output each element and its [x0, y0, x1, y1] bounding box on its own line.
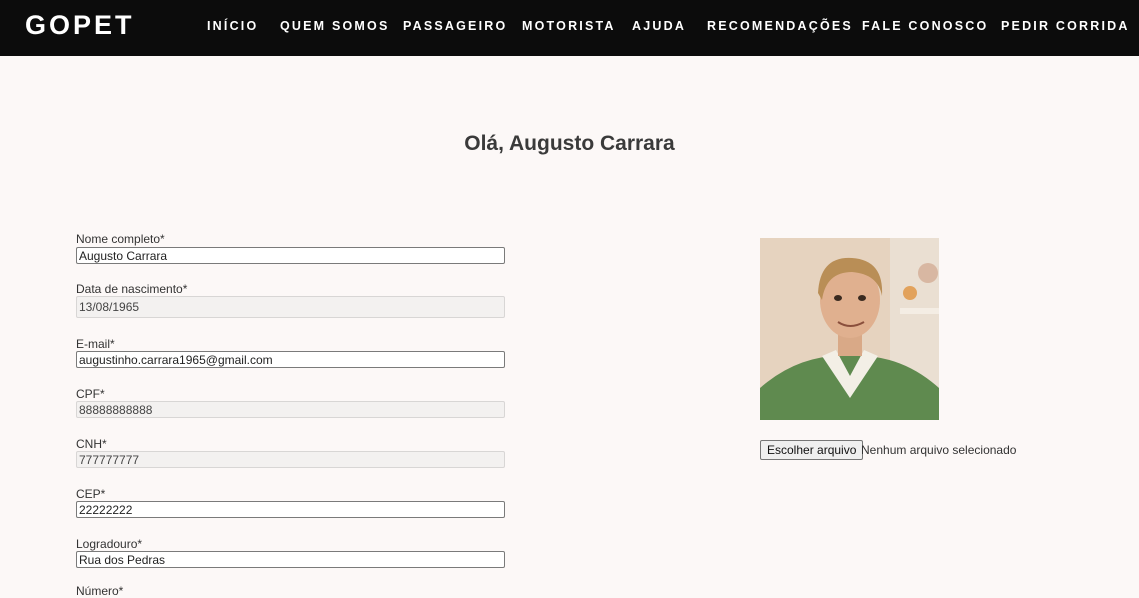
- nav-item-passageiro[interactable]: PASSAGEIRO: [403, 19, 507, 33]
- site-logo[interactable]: GOPET: [25, 10, 135, 41]
- cpf-input[interactable]: [76, 401, 505, 418]
- nav-item-quem-somos[interactable]: QUEM SOMOS: [280, 19, 390, 33]
- nav-item-recomendacoes[interactable]: RECOMENDAÇÕES: [707, 19, 853, 33]
- page-title: Olá, Augusto Carrara: [464, 132, 675, 155]
- full-name-input[interactable]: [76, 247, 505, 264]
- profile-photo-illustration: [760, 238, 939, 420]
- nav-item-inicio[interactable]: INÍCIO: [207, 19, 258, 33]
- nav-item-pedir-corrida[interactable]: PEDIR CORRIDA: [1001, 19, 1130, 33]
- top-navbar: GOPET INÍCIO QUEM SOMOS PASSAGEIRO MOTOR…: [0, 0, 1139, 56]
- email-input[interactable]: [76, 351, 505, 368]
- nav-item-motorista[interactable]: MOTORISTA: [522, 19, 616, 33]
- file-status: Nenhum arquivo selecionado: [861, 443, 1017, 457]
- street-input[interactable]: [76, 551, 505, 568]
- profile-photo: [760, 238, 939, 420]
- street-label: Logradouro*: [76, 537, 143, 551]
- cnh-label: CNH*: [76, 437, 107, 451]
- cep-label: CEP*: [76, 487, 106, 501]
- nav-item-ajuda[interactable]: AJUDA: [632, 19, 686, 33]
- nav-item-fale-conosco[interactable]: FALE CONOSCO: [862, 19, 988, 33]
- cpf-label: CPF*: [76, 387, 105, 401]
- birth-date-input[interactable]: [76, 296, 505, 318]
- email-label: E-mail*: [76, 337, 115, 351]
- cep-input[interactable]: [76, 501, 505, 518]
- number-label: Número*: [76, 584, 124, 598]
- choose-file-button[interactable]: Escolher arquivo: [760, 440, 864, 460]
- birth-date-label: Data de nascimento*: [76, 282, 188, 296]
- cnh-input[interactable]: [76, 451, 505, 468]
- full-name-label: Nome completo*: [76, 232, 165, 246]
